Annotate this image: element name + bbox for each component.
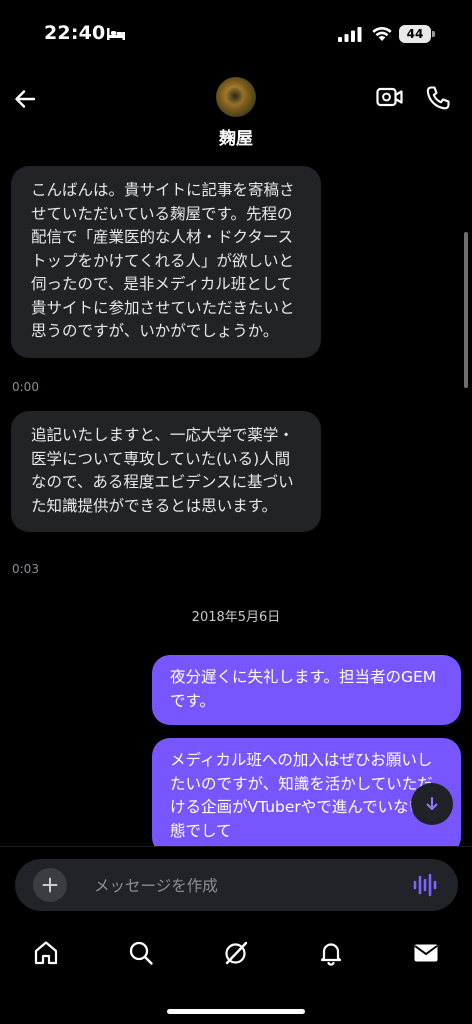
- arrow-down-icon: [426, 797, 438, 810]
- message-bubble-outgoing[interactable]: 夜分遅くに失礼します。担当者のGEMです。: [152, 655, 461, 725]
- tab-search[interactable]: [124, 936, 158, 970]
- grok-icon: [225, 941, 248, 965]
- composer-bar: メッセージを作成: [0, 846, 472, 925]
- battery-indicator: 44: [399, 25, 431, 43]
- message-text: 夜分遅くに失礼します。担当者のGEMです。: [170, 668, 437, 710]
- bell-icon: [320, 943, 342, 966]
- avatar[interactable]: [216, 77, 256, 117]
- message-list[interactable]: こんばんは。貴サイトに記事を寄稿させていただいている麹屋です。先程の配信で「産業…: [0, 158, 472, 846]
- message-input[interactable]: メッセージを作成: [15, 859, 458, 911]
- scrollbar[interactable]: [464, 232, 468, 388]
- tab-home[interactable]: [29, 936, 63, 970]
- status-bar: 22:40 44: [0, 0, 472, 70]
- message-text: メディカル班への加入はぜひお願いしたいのですが、知識を活かしていただける企画がV…: [170, 751, 440, 840]
- plus-icon: [42, 877, 58, 893]
- add-attachment-button[interactable]: [33, 868, 67, 902]
- sleep-focus-icon: [107, 28, 125, 40]
- status-time: 22:40: [44, 22, 106, 44]
- message-bubble-incoming[interactable]: 追記いたしますと、一応大学で薬学・医学について専攻していた(いる)人間なので、あ…: [11, 411, 321, 532]
- message-placeholder: メッセージを作成: [94, 877, 218, 895]
- video-call-icon[interactable]: [376, 86, 403, 108]
- message-timestamp: 0:03: [12, 562, 39, 576]
- tab-messages[interactable]: [409, 936, 443, 970]
- tab-notifications[interactable]: [314, 936, 348, 970]
- message-timestamp: 0:00: [12, 380, 39, 394]
- date-separator: 2018年5月6日: [191, 610, 281, 625]
- chat-header: 麹屋: [0, 70, 472, 158]
- cellular-signal-icon: [338, 27, 362, 42]
- message-text: 追記いたしますと、一応大学で薬学・医学について専攻していた(いる)人間なので、あ…: [31, 426, 294, 515]
- scroll-to-bottom-button[interactable]: [411, 783, 453, 825]
- message-bubble-incoming[interactable]: こんばんは。貴サイトに記事を寄稿させていただいている麹屋です。先程の配信で「産業…: [11, 166, 321, 358]
- contact-name[interactable]: 麹屋: [0, 124, 472, 149]
- message-text: こんばんは。貴サイトに記事を寄稿させていただいている麹屋です。先程の配信で「産業…: [31, 181, 295, 340]
- arrow-left-icon[interactable]: [12, 86, 38, 112]
- phone-icon[interactable]: [425, 85, 451, 111]
- voice-wave-icon[interactable]: [412, 873, 438, 897]
- home-indicator: [167, 1009, 305, 1014]
- search-icon: [129, 941, 153, 965]
- battery-tip: [432, 31, 435, 37]
- wifi-icon: [372, 26, 392, 41]
- mail-icon: [414, 944, 438, 962]
- home-icon: [34, 941, 58, 965]
- tab-grok[interactable]: [219, 936, 253, 970]
- battery-level: 44: [406, 27, 424, 41]
